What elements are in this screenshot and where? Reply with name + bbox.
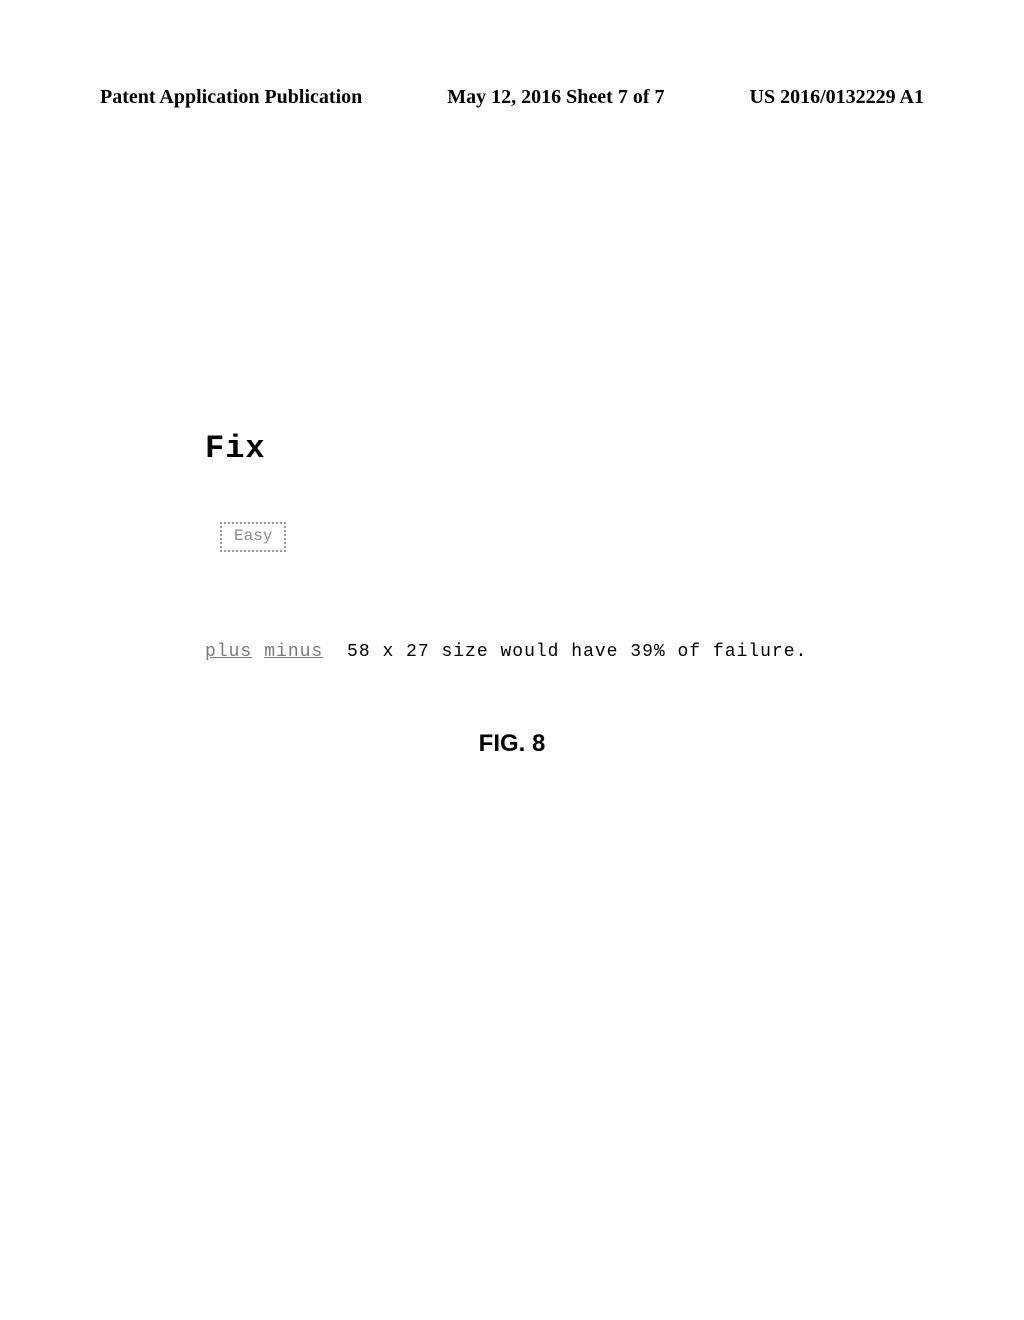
fix-heading: Fix	[205, 430, 825, 467]
figure-caption: FIG. 8	[0, 730, 1024, 758]
patent-page: Patent Application Publication May 12, 2…	[0, 0, 1024, 1320]
easy-button[interactable]: Easy	[220, 522, 286, 552]
header-right: US 2016/0132229 A1	[750, 86, 924, 109]
header-center: May 12, 2016 Sheet 7 of 7	[447, 86, 664, 109]
plus-link[interactable]: plus	[205, 642, 252, 662]
minus-link[interactable]: minus	[264, 642, 323, 662]
easy-button-container: Easy	[220, 522, 825, 552]
figure-8: Fix Easy plus minus 58 x 27 size would ha…	[205, 430, 825, 662]
header-left: Patent Application Publication	[100, 86, 362, 109]
page-header: Patent Application Publication May 12, 2…	[100, 86, 924, 109]
failure-text: 58 x 27 size would have 39% of failure.	[335, 642, 807, 662]
failure-status-line: plus minus 58 x 27 size would have 39% of…	[205, 642, 825, 662]
